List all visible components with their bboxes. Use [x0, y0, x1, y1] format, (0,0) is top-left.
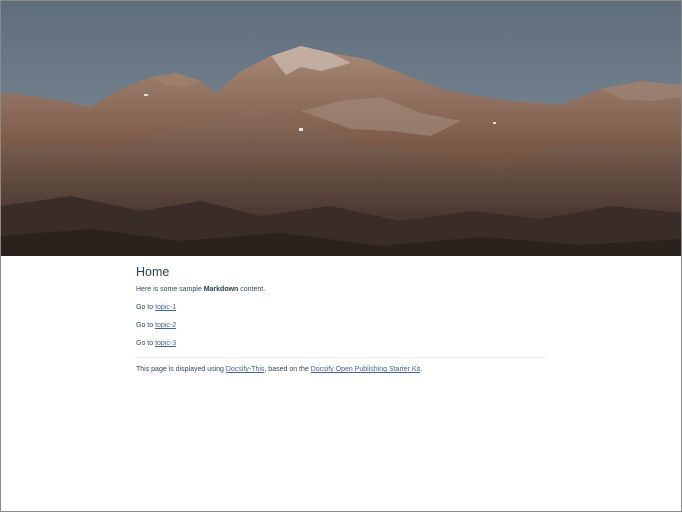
go-to-text: Go to [136, 322, 156, 329]
intro-text-end: content. [238, 286, 266, 293]
topic-3-link[interactable]: topic-3 [155, 340, 176, 347]
topic-3-paragraph: Go to topic-3 [136, 339, 546, 348]
footer-text: This page is displayed using [136, 366, 226, 373]
starter-kit-link[interactable]: Docsify Open Publishing Starter Kit [311, 366, 420, 373]
intro-bold-text: Markdown [203, 286, 239, 293]
page-title: Home [136, 265, 170, 279]
go-to-text: Go to [136, 340, 156, 347]
topic-2-link[interactable]: topic-2 [155, 322, 176, 329]
footer-divider [136, 357, 546, 358]
mountain-banner-image [1, 1, 681, 256]
topic-2-paragraph: Go to topic-2 [136, 321, 546, 330]
docsify-this-link[interactable]: Docsify-This [226, 366, 265, 373]
footer-paragraph: This page is displayed using Docsify-Thi… [136, 365, 546, 374]
topic-1-link[interactable]: topic-1 [155, 304, 176, 311]
go-to-text: Go to [136, 304, 156, 311]
browser-viewport: Home Here is some sample Markdown conten… [0, 0, 682, 512]
topic-1-paragraph: Go to topic-1 [136, 303, 546, 312]
markdown-content: Home Here is some sample Markdown conten… [136, 263, 546, 383]
intro-paragraph: Here is some sample Markdown content. [136, 285, 546, 294]
footer-text-end: . [420, 366, 423, 373]
intro-text: Here is some sample [136, 286, 204, 293]
footer-text-middle: , based on the [264, 366, 311, 373]
